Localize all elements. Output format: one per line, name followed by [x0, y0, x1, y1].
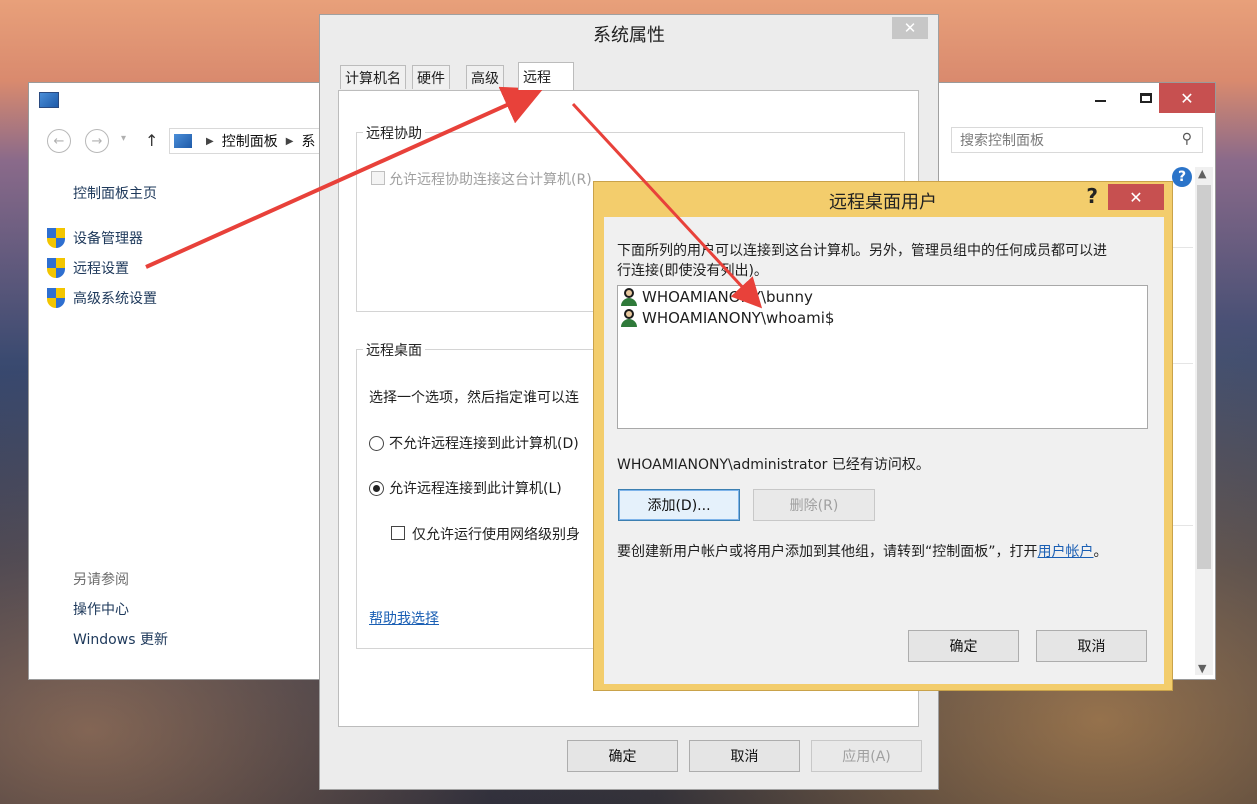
vertical-scrollbar[interactable]: ▲ ▼ [1195, 167, 1213, 675]
minimize-icon [1094, 100, 1106, 102]
sidebar-item-device-manager[interactable]: 设备管理器 [47, 228, 143, 248]
footer-text: 要创建新用户帐户或将用户添加到其他组，请转到“控制面板”，打开 [617, 544, 1038, 560]
control-panel-icon [174, 134, 192, 148]
up-arrow-icon: ↑ [145, 131, 159, 150]
tab-advanced[interactable]: 高级 [466, 65, 504, 89]
scroll-up-icon[interactable]: ▲ [1198, 167, 1206, 180]
remove-button[interactable]: 删除(R) [753, 489, 875, 521]
close-icon: ✕ [1180, 88, 1194, 108]
sidebar-item-label: 远程设置 [73, 261, 129, 277]
scroll-down-icon[interactable]: ▼ [1198, 662, 1206, 675]
dialog-title: 系统属性 [593, 25, 665, 46]
sidebar-item-advanced-system-settings[interactable]: 高级系统设置 [47, 288, 157, 308]
user-icon [620, 309, 638, 327]
dialog-body: 下面所列的用户可以连接到这台计算机。另外，管理员组中的任何成员都可以进 行连接(… [604, 217, 1164, 684]
maximize-icon [1140, 93, 1152, 103]
deny-remote-radio[interactable] [369, 436, 384, 451]
remote-desktop-users-dialog: 远程桌面用户 ? ✕ 下面所列的用户可以连接到这台计算机。另外，管理员组中的任何… [593, 181, 1173, 691]
list-item[interactable]: WHOAMIANONY\whoami$ [620, 308, 834, 328]
address-bar[interactable]: ▶ 控制面板 ▶ 系 [169, 128, 329, 154]
allow-remote-assistance-label: 允许远程协助连接这台计算机(R) [389, 172, 592, 188]
ok-button[interactable]: 确定 [567, 740, 678, 772]
close-button[interactable]: ✕ [1108, 184, 1164, 210]
user-icon [620, 288, 638, 306]
group-label: 远程协助 [363, 123, 425, 143]
shield-icon [47, 258, 65, 278]
search-placeholder: 搜索控制面板 [960, 133, 1044, 149]
deny-remote-label[interactable]: 不允许远程连接到此计算机(D) [389, 433, 579, 453]
help-icon[interactable]: ? [1172, 167, 1192, 187]
description-line-2: 行连接(即使没有列出)。 [617, 263, 768, 279]
nla-only-label: 仅允许运行使用网络级别身 [412, 527, 580, 543]
cancel-button[interactable]: 取消 [689, 740, 800, 772]
forward-button[interactable]: → [85, 129, 109, 153]
shield-icon [47, 228, 65, 248]
user-accounts-link[interactable]: 用户帐户 [1038, 544, 1094, 560]
allow-remote-radio[interactable] [369, 481, 384, 496]
sidebar-item-label: 高级系统设置 [73, 291, 157, 307]
help-button[interactable]: ? [1086, 184, 1098, 208]
tab-computer-name[interactable]: 计算机名 [340, 65, 406, 89]
users-list[interactable]: WHOAMIANONY\bunny WHOAMIANONY\whoami$ [617, 285, 1148, 429]
back-arrow-icon: ← [53, 133, 65, 149]
tab-hardware[interactable]: 硬件 [412, 65, 450, 89]
breadcrumb-item[interactable]: 控制面板 [222, 131, 278, 151]
action-center-link[interactable]: 操作中心 [73, 599, 129, 619]
allow-remote-label[interactable]: 允许远程连接到此计算机(L) [389, 478, 562, 498]
cancel-button[interactable]: 取消 [1036, 630, 1147, 662]
footer-note: 要创建新用户帐户或将用户添加到其他组，请转到“控制面板”，打开用户帐户。 [617, 541, 1108, 561]
see-also-heading: 另请参阅 [73, 572, 129, 588]
access-note: WHOAMIANONY\administrator 已经有访问权。 [617, 457, 930, 473]
allow-remote-assistance-checkbox[interactable] [371, 171, 385, 185]
forward-arrow-icon: → [91, 133, 103, 149]
group-label: 远程桌面 [363, 340, 425, 360]
tab-remote[interactable]: 远程 [518, 62, 574, 90]
sidebar-home-link[interactable]: 控制面板主页 [73, 183, 157, 203]
minimize-button[interactable] [1077, 83, 1123, 113]
close-button[interactable]: ✕ [1159, 83, 1215, 113]
user-name: WHOAMIANONY\bunny [642, 288, 813, 306]
dialog-title: 远程桌面用户 [829, 192, 937, 213]
footer-end: 。 [1093, 544, 1108, 560]
up-button[interactable]: ↑ [145, 131, 158, 150]
scrollbar-thumb[interactable] [1197, 185, 1211, 569]
description-line-1: 下面所列的用户可以连接到这台计算机。另外，管理员组中的任何成员都可以进 [617, 243, 1107, 259]
recent-locations-dropdown[interactable]: ▾ [121, 133, 126, 144]
remote-desktop-description: 选择一个选项，然后指定谁可以连 [369, 390, 579, 406]
chevron-down-icon: ▾ [121, 133, 127, 144]
sidebar-item-label: 设备管理器 [73, 231, 143, 247]
apply-button[interactable]: 应用(A) [811, 740, 922, 772]
search-input[interactable]: 搜索控制面板 ⚲ [951, 127, 1203, 153]
close-button[interactable]: ✕ [892, 17, 928, 39]
user-name: WHOAMIANONY\whoami$ [642, 309, 835, 327]
ok-button[interactable]: 确定 [908, 630, 1019, 662]
windows-update-link[interactable]: Windows 更新 [73, 629, 168, 649]
search-icon[interactable]: ⚲ [1182, 131, 1192, 147]
nla-only-checkbox[interactable] [391, 526, 405, 540]
breadcrumb-item[interactable]: 系 [301, 131, 315, 151]
back-button[interactable]: ← [47, 129, 71, 153]
control-panel-app-icon [39, 92, 59, 108]
help-me-choose-link[interactable]: 帮助我选择 [369, 608, 439, 628]
add-button[interactable]: 添加(D)... [618, 489, 740, 521]
close-icon: ✕ [1129, 187, 1143, 207]
breadcrumb-chevron-icon: ▶ [285, 135, 294, 147]
close-icon: ✕ [903, 19, 917, 37]
list-item[interactable]: WHOAMIANONY\bunny [620, 287, 813, 307]
shield-icon [47, 288, 65, 308]
breadcrumb-chevron-icon: ▶ [206, 135, 214, 147]
sidebar-item-remote-settings[interactable]: 远程设置 [47, 258, 129, 278]
